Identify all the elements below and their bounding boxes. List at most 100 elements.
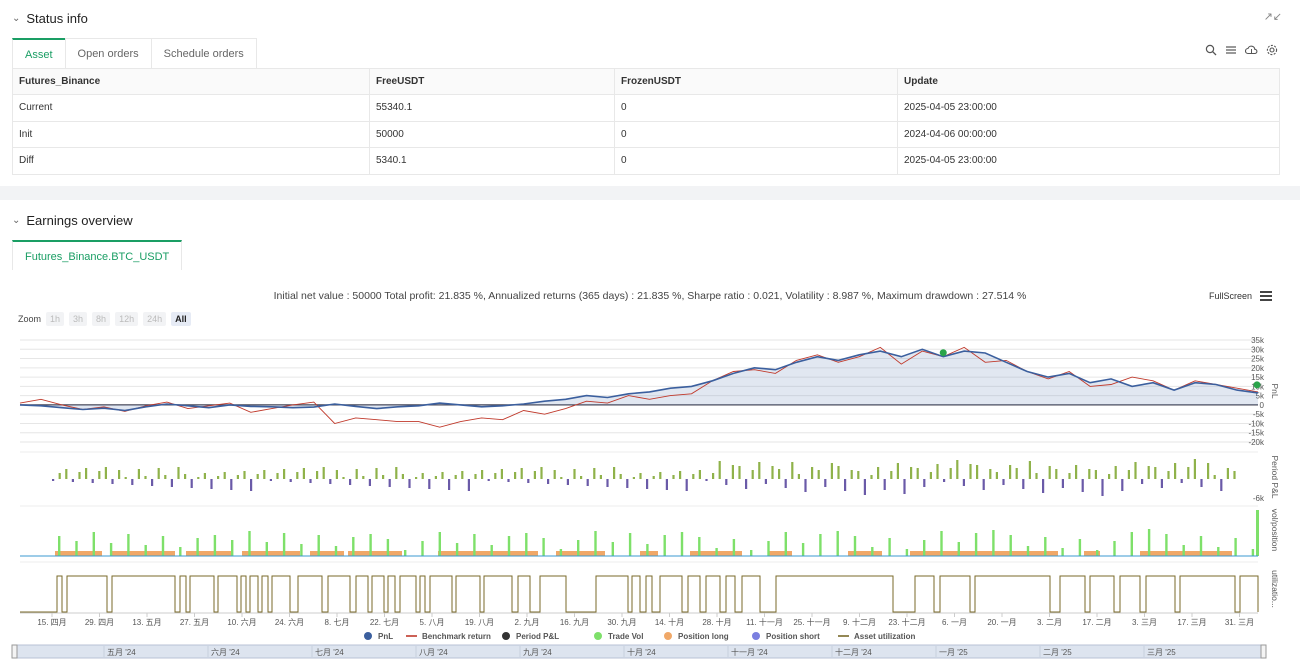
legend-item-position-short[interactable]: Position short	[766, 632, 820, 641]
zoom-8h-button[interactable]: 8h	[92, 312, 111, 326]
trade-vol-bar	[1044, 537, 1047, 556]
column-header[interactable]: Futures_Binance	[12, 68, 370, 95]
list-icon[interactable]	[1225, 44, 1237, 56]
legend-marker[interactable]	[752, 632, 760, 640]
x-tick-label: 19. 八月	[465, 618, 494, 627]
trade-vol-bar	[732, 539, 736, 556]
position-long-bar	[640, 551, 658, 556]
x-tick-label: 17. 三月	[1177, 618, 1206, 627]
period-axis-label: Period P&L	[1270, 456, 1280, 499]
period-pnl-bar	[533, 471, 536, 479]
gear-icon[interactable]	[1266, 44, 1278, 56]
column-header[interactable]: FrozenUSDT	[614, 68, 898, 95]
pnl-tick-label: -15k	[1248, 429, 1265, 438]
period-pnl-bar	[474, 474, 477, 479]
trade-vol-bar	[542, 538, 545, 556]
legend-marker[interactable]	[364, 632, 372, 640]
period-axis-tick: -6k	[1253, 494, 1265, 503]
trade-vol-bar	[161, 536, 165, 556]
legend-marker[interactable]	[664, 632, 672, 640]
period-pnl-bar	[890, 471, 893, 479]
zoom-1h-button[interactable]: 1h	[46, 312, 65, 326]
column-header[interactable]: Update	[897, 68, 1280, 95]
x-tick-label: 9. 十二月	[843, 617, 876, 627]
period-pnl-bar	[461, 471, 464, 479]
period-pnl-bar	[626, 479, 629, 488]
period-pnl-bar	[382, 475, 385, 479]
zoom-all-button[interactable]: All	[171, 312, 191, 326]
period-pnl-bar	[1009, 465, 1012, 479]
tab-asset[interactable]: Asset	[12, 38, 66, 68]
status-info-header[interactable]: ⌄ Status info	[12, 11, 88, 26]
legend-item-trade-vol[interactable]: Trade Vol	[608, 632, 643, 641]
status-info-panel: ⌄ Status info ↗↙ Asset Open orders Sched…	[0, 0, 1300, 186]
pnl-tick-label: -5k	[1253, 410, 1265, 419]
menu-icon[interactable]	[1260, 291, 1272, 301]
collapse-icon[interactable]: ↗↙	[1264, 10, 1282, 23]
period-pnl-bar	[1121, 479, 1124, 491]
period-pnl-bar	[184, 474, 187, 479]
x-tick-label: 31. 三月	[1225, 618, 1254, 627]
legend-item-period-p-l[interactable]: Period P&L	[516, 632, 559, 641]
period-pnl-bar	[527, 479, 530, 483]
trade-vol-bar	[1026, 546, 1030, 556]
period-pnl-bar	[421, 473, 424, 479]
fullscreen-control[interactable]: FullScreen	[1209, 291, 1272, 301]
x-tick-label: 17. 二月	[1082, 618, 1111, 627]
period-pnl-bar	[619, 474, 622, 479]
navigator-handle-right[interactable]	[1260, 644, 1267, 659]
period-pnl-bar	[606, 479, 609, 487]
legend-marker[interactable]	[594, 632, 602, 640]
period-pnl-bar	[639, 473, 642, 479]
navigator-handle-left[interactable]	[11, 644, 18, 659]
legend-item-position-long[interactable]: Position long	[678, 632, 729, 641]
navigator-tick-label: 一月 '25	[939, 648, 968, 657]
period-pnl-bar	[982, 479, 985, 490]
period-pnl-bar	[811, 467, 814, 479]
column-header[interactable]: FreeUSDT	[369, 68, 615, 95]
status-tabs: Asset Open orders Schedule orders	[12, 38, 257, 68]
tab-schedule-orders[interactable]: Schedule orders	[150, 38, 257, 68]
trade-vol-bar	[1096, 550, 1099, 556]
period-pnl-bar	[210, 479, 213, 489]
table-cell: 0	[614, 120, 898, 148]
navigator-tick-label: 六月 '24	[211, 647, 240, 657]
period-pnl-bar	[870, 475, 873, 479]
period-pnl-bar	[289, 479, 292, 482]
period-pnl-bar	[791, 462, 794, 479]
period-pnl-bar	[1101, 479, 1104, 496]
period-pnl-bar	[1207, 463, 1210, 479]
legend-marker[interactable]	[502, 632, 510, 640]
period-pnl-bar	[599, 475, 602, 479]
trade-vol-bar	[386, 539, 390, 556]
period-pnl-bar	[375, 468, 378, 479]
zoom-24h-button[interactable]: 24h	[143, 312, 167, 326]
trade-vol-bar	[680, 532, 684, 556]
earnings-chart[interactable]: 35k30k25k20k15k10k5k0-5k-10k-15k-20kPnL-…	[0, 200, 1300, 660]
period-pnl-bar	[665, 479, 668, 490]
period-pnl-bar	[309, 479, 312, 483]
trade-vol-bar	[628, 533, 632, 556]
chevron-down-icon[interactable]: ⌄	[12, 13, 20, 24]
fullscreen-label[interactable]: FullScreen	[1209, 291, 1252, 301]
period-pnl-bar	[566, 479, 569, 485]
position-long-bar	[310, 551, 344, 556]
search-icon[interactable]	[1205, 44, 1217, 56]
trade-marker	[939, 349, 947, 357]
tab-open-orders[interactable]: Open orders	[64, 38, 152, 68]
legend-item-benchmark-return[interactable]: Benchmark return	[422, 632, 491, 641]
zoom-3h-button[interactable]: 3h	[69, 312, 88, 326]
cloud-icon[interactable]	[1245, 44, 1258, 56]
trade-vol-bar	[455, 543, 459, 556]
table-row: Init 50000 0 2024-04-06 00:00:00	[12, 120, 1280, 148]
period-pnl-bar	[837, 466, 840, 479]
trade-vol-bar	[317, 535, 320, 556]
table-cell: 0	[614, 94, 898, 122]
legend-item-pnl[interactable]: PnL	[378, 632, 393, 641]
period-pnl-bar	[956, 460, 959, 479]
legend-item-asset-utilization[interactable]: Asset utilization	[854, 632, 915, 641]
zoom-12h-button[interactable]: 12h	[115, 312, 139, 326]
period-pnl-bar	[316, 471, 319, 479]
period-pnl-bar	[778, 469, 781, 479]
period-pnl-bar	[197, 477, 200, 479]
